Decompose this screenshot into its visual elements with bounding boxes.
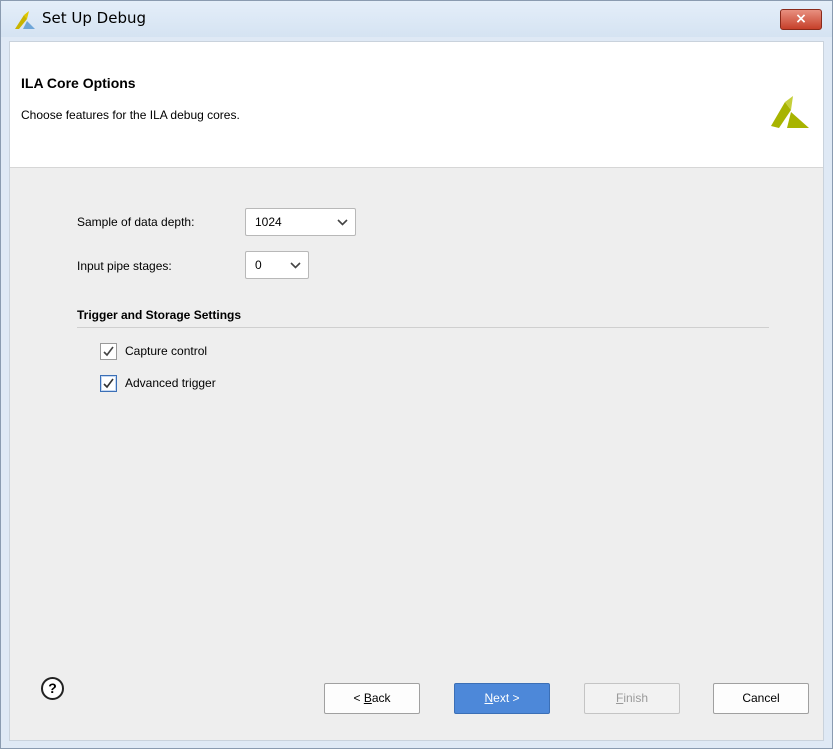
next-button-mnemonic: N (484, 691, 494, 705)
advanced-trigger-label[interactable]: Advanced trigger (125, 376, 216, 390)
cancel-button-label: Cancel (742, 691, 780, 705)
sample-depth-label: Sample of data depth: (77, 215, 195, 229)
finish-button-label: inish (623, 691, 649, 705)
sample-depth-dropdown[interactable]: 1024 (245, 208, 356, 236)
pipe-stages-value: 0 (255, 258, 262, 272)
help-button[interactable]: ? (41, 677, 64, 700)
next-button-label: ext > (493, 691, 520, 705)
finish-button[interactable]: Finish (584, 683, 680, 714)
page-title: ILA Core Options (21, 75, 136, 91)
checkmark-icon (103, 378, 114, 389)
checkmark-icon (103, 346, 114, 357)
capture-control-checkbox[interactable] (100, 343, 117, 360)
section-divider (77, 327, 769, 328)
wizard-header: ILA Core Options Choose features for the… (10, 42, 823, 168)
back-button-mnemonic: B (363, 691, 372, 705)
page-subtitle: Choose features for the ILA debug cores. (21, 108, 240, 122)
pipe-stages-dropdown[interactable]: 0 (245, 251, 309, 279)
chevron-down-icon (290, 262, 301, 269)
pipe-stages-label: Input pipe stages: (77, 259, 172, 273)
back-button-prefix: < (353, 691, 364, 705)
back-button[interactable]: < Back (324, 683, 420, 714)
back-button-label: ack (371, 691, 391, 705)
next-button[interactable]: Next > (454, 683, 550, 714)
close-button[interactable]: × (780, 9, 822, 30)
xilinx-logo-icon (771, 96, 809, 128)
close-icon: × (795, 11, 807, 27)
window-title: Set Up Debug (42, 9, 146, 27)
cancel-button[interactable]: Cancel (713, 683, 809, 714)
trigger-storage-section-title: Trigger and Storage Settings (77, 308, 242, 322)
chevron-down-icon (337, 219, 348, 226)
setup-debug-dialog: Set Up Debug × ILA Core Options Choose f… (0, 0, 833, 749)
title-bar[interactable]: Set Up Debug × (1, 1, 832, 37)
advanced-trigger-checkbox[interactable] (100, 375, 117, 392)
dialog-content: ILA Core Options Choose features for the… (9, 41, 824, 741)
vivado-app-icon (15, 11, 35, 29)
capture-control-label[interactable]: Capture control (125, 344, 207, 358)
question-icon: ? (48, 680, 57, 696)
sample-depth-value: 1024 (255, 215, 282, 229)
